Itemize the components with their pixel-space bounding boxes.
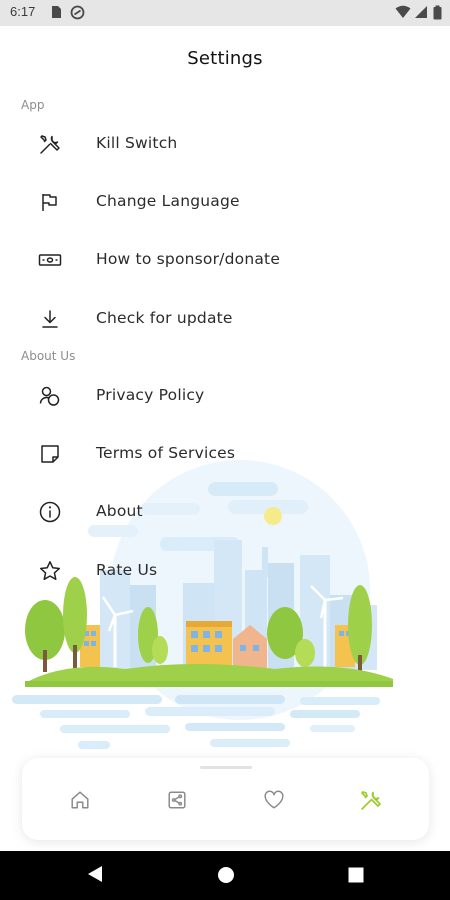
flag-icon [42,194,57,211]
settings-item-label: Check for update [96,309,233,327]
settings-item-privacy-policy[interactable]: Privacy Policy [0,372,450,420]
note-icon [41,445,59,463]
settings-item-check-update[interactable]: Check for update [0,295,450,343]
tools-icon [361,791,381,810]
users-icon [39,386,60,406]
wifi-icon [395,5,411,18]
section-label-about: About Us [21,349,76,363]
settings-item-label: Privacy Policy [96,386,205,404]
nav-favorites-button[interactable] [254,780,294,820]
settings-item-about[interactable]: About [0,488,450,536]
settings-item-label: Change Language [96,192,240,210]
heart-icon [264,790,284,809]
settings-item-label: Rate Us [96,561,158,579]
status-bar: 6:17 [0,0,450,26]
settings-item-sponsor-donate[interactable]: How to sponsor/donate [0,236,450,284]
home-icon [71,791,89,809]
back-icon[interactable] [86,864,104,884]
sd-card-icon [52,6,61,18]
data-saver-icon [70,5,85,20]
bottom-nav [22,758,429,840]
signal-icon [415,6,427,18]
page-title: Settings [187,48,263,69]
battery-icon [433,5,442,20]
settings-item-change-language[interactable]: Change Language [0,178,450,226]
settings-item-label: About [96,502,143,520]
system-nav-bar [0,851,450,900]
banknote-icon [38,254,62,266]
recents-icon[interactable] [347,864,365,884]
nav-share-button[interactable] [157,780,197,820]
settings-item-label: Terms of Services [96,444,236,462]
settings-item-label: Kill Switch [96,134,178,152]
section-label-app: App [21,98,45,112]
share-icon [168,791,186,809]
star-icon [39,561,61,581]
home-circle-icon[interactable] [217,864,235,884]
status-time: 6:17 [10,4,36,19]
nav-settings-button[interactable] [351,780,391,820]
nav-home-button[interactable] [60,780,100,820]
info-icon [39,501,61,523]
settings-item-rate-us[interactable]: Rate Us [0,547,450,595]
settings-item-terms[interactable]: Terms of Services [0,430,450,478]
download-icon [42,310,58,328]
settings-item-label: How to sponsor/donate [96,250,281,268]
nav-handle [200,766,252,769]
settings-item-kill-switch[interactable]: Kill Switch [0,120,450,168]
tools-icon [40,135,60,154]
